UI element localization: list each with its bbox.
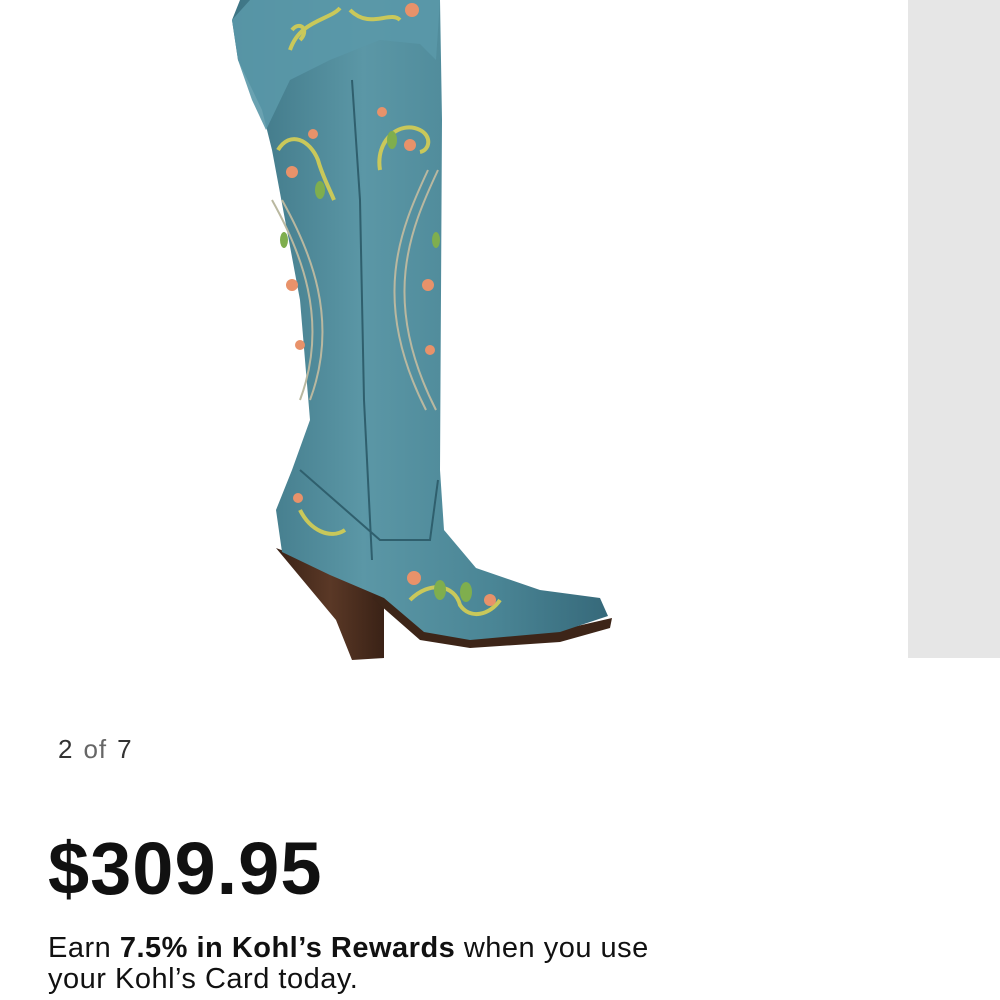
boot-shaft-shape <box>232 0 608 640</box>
product-price: $309.95 <box>48 827 323 910</box>
rewards-message: Earn 7.5% in Kohl’s Rewards when you use… <box>48 933 668 995</box>
image-carousel[interactable] <box>0 0 1000 660</box>
rewards-highlight: 7.5% in Kohl’s Rewards <box>119 932 456 964</box>
image-counter-total: 7 <box>117 734 133 764</box>
image-counter-separator: of <box>83 734 108 764</box>
current-slide[interactable] <box>0 0 908 660</box>
image-counter: 2 of 7 <box>58 734 133 765</box>
product-image-boot[interactable] <box>0 0 908 660</box>
next-slide-peek[interactable] <box>908 0 1000 658</box>
product-page: 2 of 7 $309.95 Earn 7.5% in Kohl’s Rewards… <box>0 0 1000 1000</box>
rewards-prefix: Earn <box>48 932 120 964</box>
image-counter-current: 2 <box>58 734 74 764</box>
